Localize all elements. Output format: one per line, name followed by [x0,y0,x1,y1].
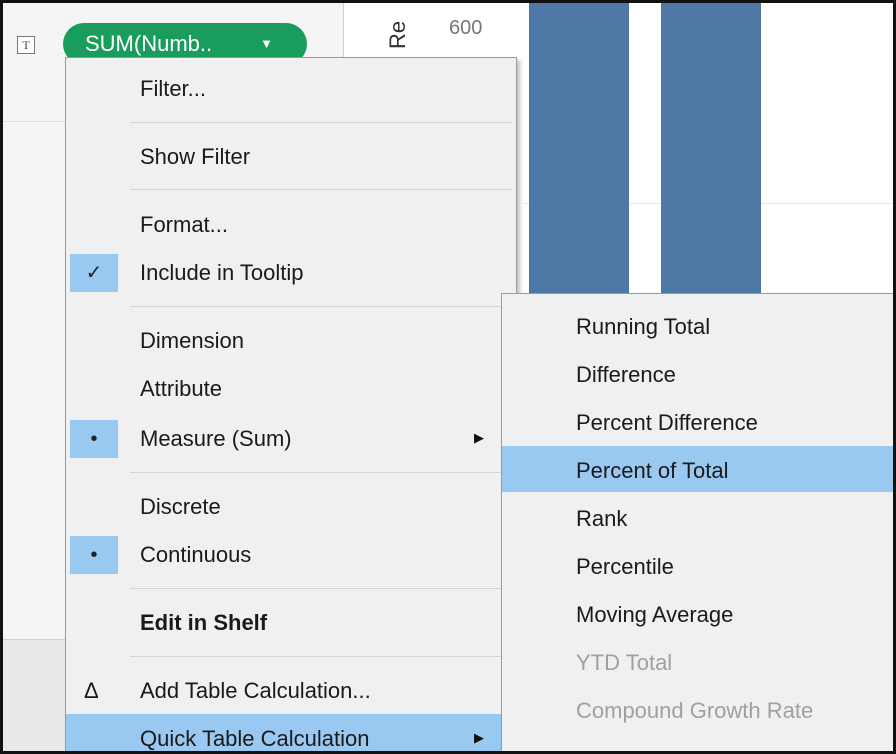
app-window: T SUM(Numb.. ▼ Re 600 Filter... Show Fil… [0,0,896,754]
menu-separator [130,306,512,307]
submenu-item-percent-of-total[interactable]: Percent of Total [502,446,893,492]
submenu-arrow-icon: ▶ [474,430,484,445]
menu-separator [130,472,512,473]
text-mark-icon[interactable]: T [17,36,35,54]
menu-separator [130,588,512,589]
check-icon: ✓ [85,262,103,284]
bullet-icon: • [90,544,98,566]
radio-gutter: • [70,536,118,574]
submenu-arrow-icon: ▶ [474,730,484,745]
menu-separator [130,122,512,123]
quick-table-calculation-submenu: Running Total Difference Percent Differe… [501,293,893,751]
checkmark-gutter: ✓ [70,254,118,292]
chart-bar[interactable] [529,3,629,295]
axis-title: Re [385,20,410,49]
axis-tick-label: 600 [449,17,483,39]
delta-icon: Δ [84,678,99,703]
bullet-icon: • [90,428,98,450]
menu-item-quick-table-calculation[interactable]: Quick Table Calculation ▶ [66,714,516,751]
menu-separator [130,656,512,657]
chart-bar[interactable] [661,3,761,295]
menu-separator [130,189,512,190]
measure-pill-label: SUM(Numb.. [85,31,213,56]
radio-gutter: • [70,420,118,458]
pill-context-menu: Filter... Show Filter Format... ✓ Includ… [65,57,517,751]
